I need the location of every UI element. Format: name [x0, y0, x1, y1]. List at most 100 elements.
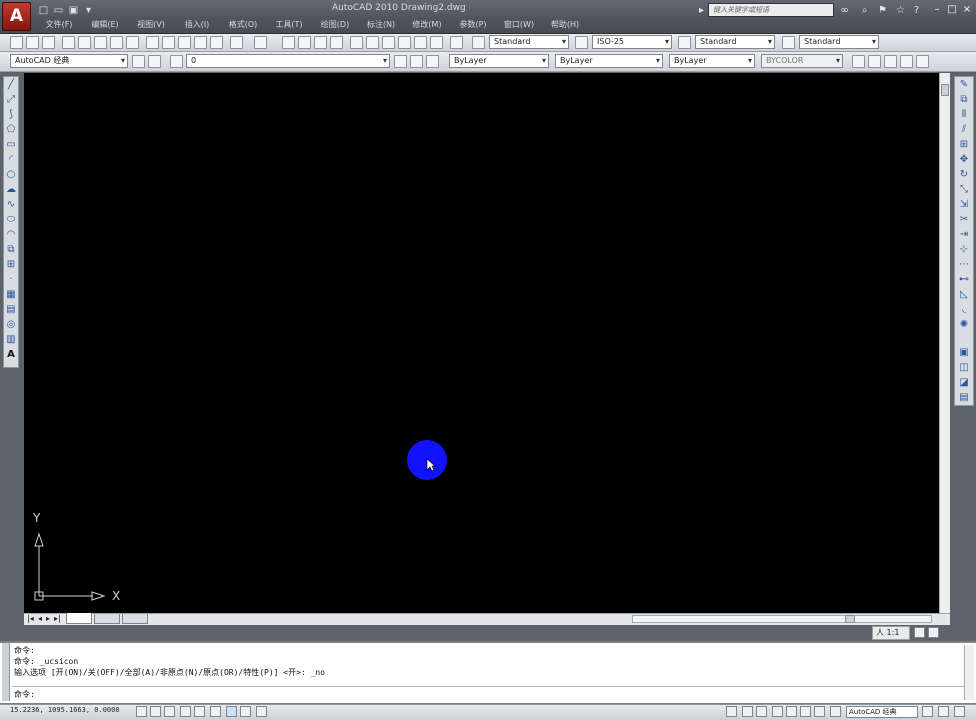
point-icon[interactable]: · — [5, 274, 17, 286]
snap-mode-icon[interactable] — [136, 706, 147, 717]
menu-insert[interactable]: 插入(I) — [174, 18, 220, 32]
workspace-save-icon[interactable] — [148, 55, 161, 68]
showmotion-icon[interactable] — [814, 706, 825, 717]
steering-wheel-icon[interactable] — [800, 706, 811, 717]
allow-disallow-ucs-icon[interactable] — [226, 706, 237, 717]
move-icon[interactable]: ✥ — [958, 154, 970, 166]
revision-cloud-icon[interactable]: ☁ — [5, 184, 17, 196]
convert-viewport-icon[interactable] — [900, 55, 913, 68]
quickcalc-icon[interactable] — [430, 36, 443, 49]
lineweight-toggle-icon[interactable] — [256, 706, 267, 717]
block-editor-icon[interactable] — [210, 36, 223, 49]
line-icon[interactable]: ╱ — [5, 79, 17, 91]
sheet-set-icon[interactable] — [398, 36, 411, 49]
polygonal-viewport-icon[interactable] — [884, 55, 897, 68]
markup-icon[interactable] — [414, 36, 427, 49]
table-icon[interactable]: ▥ — [5, 334, 17, 346]
dynamic-input-icon[interactable] — [240, 706, 251, 717]
tab-layout1[interactable] — [94, 614, 120, 624]
layer-state-icon[interactable] — [426, 55, 439, 68]
coordinates-readout[interactable]: 15.2236, 1095.1663, 0.0000 — [10, 706, 120, 714]
properties-icon[interactable] — [350, 36, 363, 49]
multileader-style-icon[interactable] — [782, 36, 795, 49]
text-style-dropdown[interactable]: Standard — [489, 35, 569, 49]
3d-dwf-icon[interactable] — [110, 36, 123, 49]
copy-icon[interactable] — [162, 36, 175, 49]
auto-scale-icon[interactable] — [928, 627, 939, 638]
menu-draw[interactable]: 绘图(D) — [312, 18, 358, 32]
vertical-scrollbar[interactable] — [939, 73, 950, 613]
offset-icon[interactable]: ⫽ — [958, 124, 970, 136]
close-icon[interactable]: × — [960, 4, 974, 16]
qnew-icon[interactable] — [10, 36, 23, 49]
bring-above-icon[interactable]: ▤ — [958, 392, 970, 404]
vertical-scroll-thumb[interactable] — [941, 84, 949, 96]
send-to-back-icon[interactable]: ◪ — [958, 377, 970, 389]
menu-edit[interactable]: 编辑(E) — [82, 18, 128, 32]
extend-icon[interactable]: ⇥ — [958, 229, 970, 241]
viewport-icon[interactable] — [852, 55, 865, 68]
mirror-icon[interactable]: ⫴ — [958, 109, 970, 121]
horizontal-scroll-thumb[interactable] — [845, 615, 855, 623]
new-icon[interactable]: □ — [37, 4, 50, 17]
workspace-settings-icon[interactable] — [132, 55, 145, 68]
tab-model[interactable] — [66, 613, 92, 624]
help-button-icon[interactable] — [450, 36, 463, 49]
ellipse-arc-icon[interactable]: ◠ — [5, 229, 17, 241]
insert-block-icon[interactable]: ⧉ — [5, 244, 17, 256]
menu-parametric[interactable]: 参数(P) — [450, 18, 496, 32]
quick-access-dropdown-icon[interactable]: ▾ — [82, 4, 95, 17]
paste-icon[interactable] — [178, 36, 191, 49]
multileader-style-dropdown[interactable]: Standard — [799, 35, 879, 49]
erase-icon[interactable]: ✎ — [958, 79, 970, 91]
search-arrow-icon[interactable]: ▸ — [695, 4, 708, 17]
break-icon[interactable]: ⋯ — [958, 259, 970, 271]
linetype-dropdown[interactable]: ByLayer — [555, 54, 663, 68]
tool-palettes-icon[interactable] — [382, 36, 395, 49]
next-tab-arrow-icon[interactable]: ▸ — [46, 613, 50, 625]
drawing-canvas[interactable] — [24, 73, 939, 613]
tab-layout2[interactable] — [122, 614, 148, 624]
menu-window[interactable]: 窗口(W) — [496, 18, 542, 32]
text-style-icon[interactable] — [472, 36, 485, 49]
break-at-point-icon[interactable]: ⊹ — [958, 244, 970, 256]
zoom-window-icon[interactable] — [314, 36, 327, 49]
hatch-icon[interactable]: ▦ — [5, 289, 17, 301]
polygon-icon[interactable]: ⬠ — [5, 124, 17, 136]
pan-icon[interactable] — [282, 36, 295, 49]
menu-dimension[interactable]: 标注(N) — [358, 18, 404, 32]
make-object-layer-current-icon[interactable] — [394, 55, 407, 68]
last-tab-arrow-icon[interactable]: ▸| — [54, 613, 61, 625]
array-icon[interactable]: ⊞ — [958, 139, 970, 151]
undo-icon[interactable] — [230, 36, 243, 49]
trim-icon[interactable]: ✂ — [958, 214, 970, 226]
command-prompt[interactable]: 命令: — [14, 689, 35, 700]
dim-style-icon[interactable] — [575, 36, 588, 49]
layer-dropdown[interactable]: 0 — [186, 54, 390, 68]
grid-display-icon[interactable] — [150, 706, 161, 717]
spline-icon[interactable]: ∿ — [5, 199, 17, 211]
cut-icon[interactable] — [146, 36, 159, 49]
annotation-visibility-icon[interactable] — [914, 627, 925, 638]
circle-icon[interactable]: ○ — [5, 169, 17, 181]
fillet-icon[interactable]: ◟ — [958, 304, 970, 316]
binoculars-icon[interactable]: ∞ — [838, 4, 851, 17]
copy-object-icon[interactable]: ⧉ — [958, 94, 970, 106]
table-style-dropdown[interactable]: Standard — [695, 35, 775, 49]
bring-to-front-icon[interactable]: ◫ — [958, 362, 970, 374]
chamfer-icon[interactable]: ◺ — [958, 289, 970, 301]
clean-screen-icon[interactable] — [954, 706, 965, 717]
first-tab-arrow-icon[interactable]: |◂ — [27, 613, 34, 625]
object-snap-icon[interactable] — [194, 706, 205, 717]
model-space-icon[interactable] — [726, 706, 737, 717]
annotation-scale[interactable]: 人 1:1 — [872, 626, 910, 640]
menu-modify[interactable]: 修改(M) — [404, 18, 450, 32]
layer-properties-icon[interactable] — [170, 55, 183, 68]
zoom-realtime-icon[interactable] — [298, 36, 311, 49]
plot-icon[interactable] — [62, 36, 75, 49]
lineweight-dropdown[interactable]: ByLayer — [669, 54, 755, 68]
menu-help[interactable]: 帮助(H) — [542, 18, 588, 32]
save-icon[interactable]: ▣ — [67, 4, 80, 17]
minimize-icon[interactable]: – — [930, 4, 944, 16]
gradient-icon[interactable]: ▤ — [5, 304, 17, 316]
